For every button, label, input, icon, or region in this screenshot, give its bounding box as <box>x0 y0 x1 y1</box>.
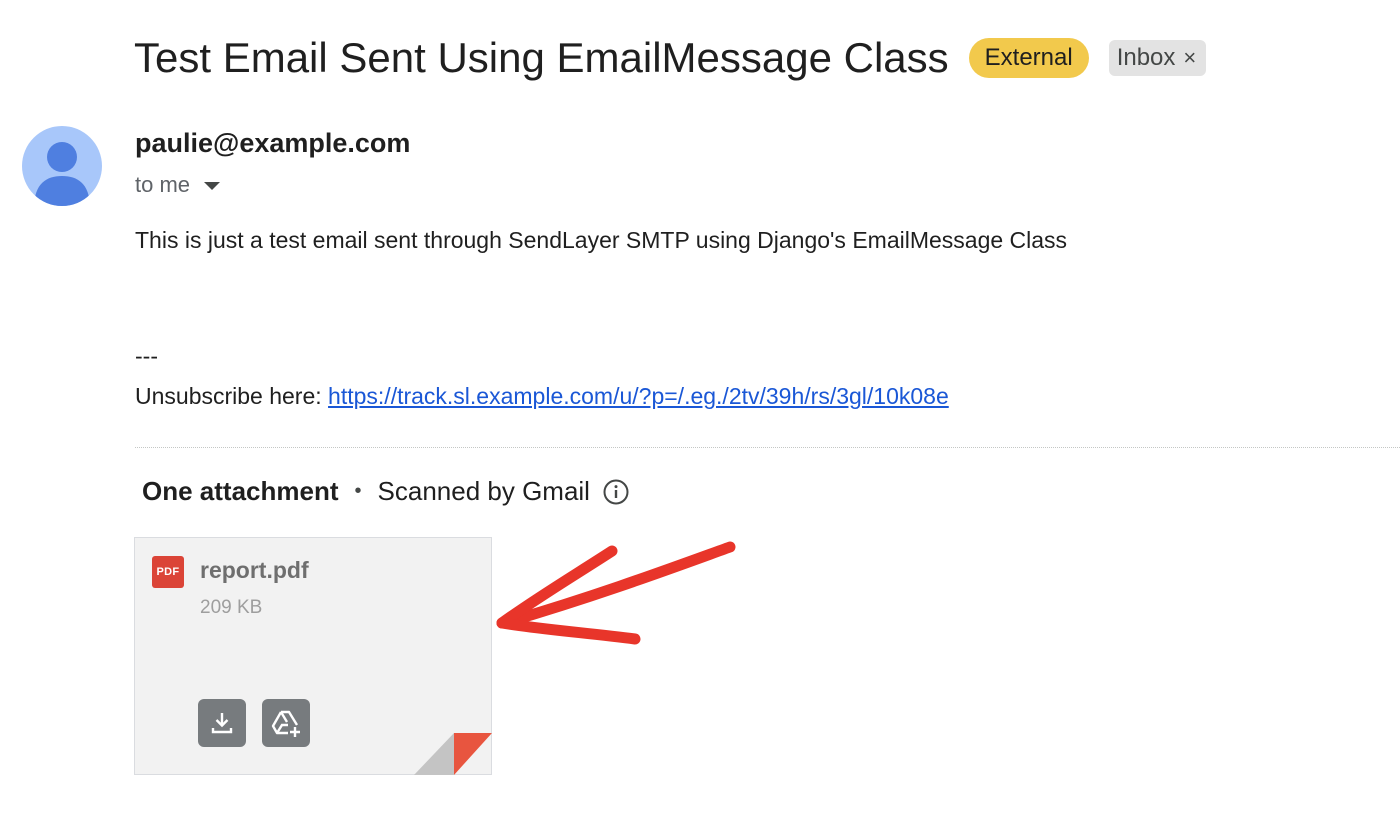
add-to-drive-icon <box>271 710 300 737</box>
email-subject: Test Email Sent Using EmailMessage Class <box>134 34 949 81</box>
header-separator-dot: • <box>354 480 362 502</box>
download-button[interactable] <box>198 699 246 747</box>
person-avatar-icon <box>34 142 90 206</box>
attachment-file-name: report.pdf <box>200 557 309 583</box>
attachments-header: One attachment • Scanned by Gmail <box>142 476 630 507</box>
pdf-file-icon: PDF <box>152 556 184 588</box>
attachment-count: One attachment <box>142 476 339 506</box>
unsubscribe-line: Unsubscribe here: https://track.sl.examp… <box>135 383 949 410</box>
caret-down-icon[interactable] <box>204 182 221 190</box>
subject-row: Test Email Sent Using EmailMessage Class… <box>134 32 1207 84</box>
red-arrow-annotation <box>496 541 736 645</box>
recipient-summary: to me <box>135 172 191 197</box>
inbox-label-text: Inbox <box>1116 44 1176 71</box>
email-view: Test Email Sent Using EmailMessage Class… <box>0 0 1400 820</box>
add-to-drive-button[interactable] <box>262 699 310 747</box>
remove-label-close-icon[interactable]: × <box>1183 47 1196 69</box>
attachment-file-size: 209 KB <box>200 597 263 618</box>
unsubscribe-label: Unsubscribe here: <box>135 383 329 409</box>
signature-separator: --- <box>135 343 158 369</box>
info-icon[interactable] <box>602 478 630 506</box>
unsubscribe-link[interactable]: https://track.sl.example.com/u/?p=/.eg./… <box>328 383 949 409</box>
email-body-text: This is just a test email sent through S… <box>135 227 1068 253</box>
download-icon <box>211 713 233 734</box>
scanned-by-gmail-label: Scanned by Gmail <box>377 476 590 506</box>
sender-email: paulie@example.com <box>135 128 411 158</box>
external-label-badge: External <box>968 38 1089 78</box>
inbox-label-chip[interactable]: Inbox × <box>1108 40 1207 76</box>
attachment-card[interactable]: PDF report.pdf 209 KB <box>134 537 492 775</box>
attachments-divider <box>135 447 1400 448</box>
recipient-details-toggle[interactable]: to me <box>135 172 221 198</box>
page-corner-fold-icon <box>414 733 492 775</box>
sender-avatar-icon[interactable] <box>22 126 102 206</box>
